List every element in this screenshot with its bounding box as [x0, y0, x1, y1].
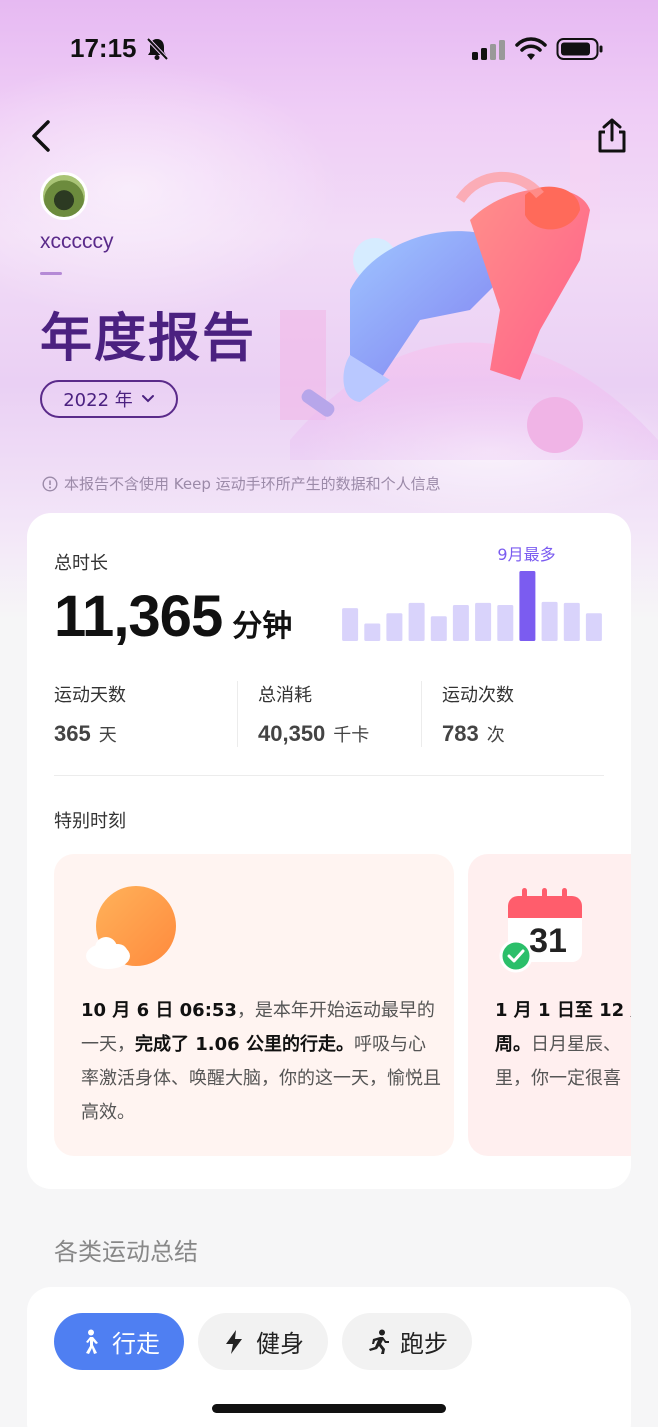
chart-bar-month-3	[386, 613, 403, 641]
title-accent-line	[40, 272, 62, 275]
stat-days-value: 365	[54, 721, 91, 746]
tab-walking[interactable]: 行走	[54, 1313, 184, 1370]
stat-days: 运动天数 365 天	[54, 681, 126, 751]
bell-muted-icon	[146, 37, 169, 61]
tab-running-label: 跑步	[400, 1330, 448, 1358]
moment-card-streak[interactable]: 31 1 月 1 日至 12 月 周。日月星辰、 里，你一定很喜	[468, 854, 631, 1156]
lightning-icon	[226, 1329, 242, 1354]
stat-sessions-label: 运动次数	[442, 685, 514, 706]
chart-bar-month-5	[430, 616, 447, 641]
stat-sessions-value: 783	[442, 721, 479, 746]
moment-desc-b: 里，你一定很喜	[495, 1068, 621, 1089]
sunrise-icon	[86, 886, 176, 969]
avatar[interactable]	[40, 172, 88, 220]
stat-days-label: 运动天数	[54, 685, 126, 706]
summary-card: 总时长 11,365 分钟 9月最多 运动天数 365 天 总消耗 40,350…	[27, 513, 631, 1189]
divider	[421, 681, 422, 747]
share-button[interactable]	[592, 116, 632, 156]
monthly-bar-chart	[342, 571, 602, 641]
tab-walking-label: 行走	[112, 1330, 160, 1358]
chevron-down-icon	[141, 395, 154, 403]
moment-date: 1 月 1 日至 12 月	[495, 1000, 631, 1021]
athletes-illustration	[280, 140, 658, 460]
monthly-chart: 9月最多	[339, 543, 609, 643]
tab-fitness[interactable]: 健身	[198, 1313, 328, 1370]
walk-icon	[86, 1329, 98, 1354]
cellular-signal-icon	[472, 40, 505, 60]
moment-card-earliest[interactable]: 10 月 6 日 06:53，是本年开始运动最早的一天，完成了 1.06 公里的…	[54, 854, 454, 1156]
stat-calories-unit: 千卡	[333, 725, 370, 746]
chart-bar-month-8	[497, 605, 514, 641]
stat-calories-value: 40,350	[258, 721, 326, 746]
moment-text: 10 月 6 日 06:53，是本年开始运动最早的一天，完成了 1.06 公里的…	[81, 994, 441, 1130]
stat-sessions-unit: 次	[486, 725, 505, 746]
status-bar: 17:15	[0, 0, 658, 100]
page-title: 年度报告	[40, 309, 257, 369]
calendar-icon: 31	[499, 888, 582, 973]
divider	[237, 681, 238, 747]
stat-days-unit: 天	[98, 725, 117, 746]
chart-bar-month-6	[452, 605, 469, 641]
total-duration-unit: 分钟	[232, 609, 293, 644]
total-duration: 11,365 分钟	[54, 583, 292, 650]
stat-calories: 总消耗 40,350 千卡	[258, 681, 369, 751]
chart-bar-month-10	[541, 601, 558, 641]
username: xcccccy	[40, 230, 114, 253]
chart-annotation: 9月最多	[497, 545, 556, 564]
moment-date: 10 月 6 日 06:53	[81, 1000, 237, 1021]
chart-bar-month-11	[563, 602, 580, 641]
divider	[54, 775, 604, 776]
moment-highlight: 周。	[495, 1034, 531, 1055]
chart-bar-month-9	[519, 571, 536, 641]
chart-bar-month-7	[475, 602, 492, 641]
stats-row: 运动天数 365 天 总消耗 40,350 千卡 运动次数 783 次	[54, 681, 604, 751]
chart-bar-month-1	[342, 608, 359, 641]
chart-bar-month-2	[364, 623, 381, 641]
chart-bar-month-12	[585, 613, 602, 641]
back-button[interactable]	[22, 116, 62, 156]
special-moments-label: 特别时刻	[54, 811, 126, 832]
section-title: 各类运动总结	[54, 1238, 198, 1266]
moment-desc-a: 日月星辰、	[531, 1034, 621, 1055]
home-indicator[interactable]	[212, 1404, 446, 1413]
tab-running[interactable]: 跑步	[342, 1313, 472, 1370]
moment-text: 1 月 1 日至 12 月 周。日月星辰、 里，你一定很喜	[495, 994, 631, 1096]
stat-calories-label: 总消耗	[258, 685, 312, 706]
battery-icon	[556, 38, 603, 60]
clock: 17:15	[70, 33, 137, 63]
disclaimer-text: 本报告不含使用 Keep 运动手环所产生的数据和个人信息	[64, 475, 441, 493]
info-icon	[42, 475, 58, 492]
year-dropdown-value: 2022 年	[63, 390, 133, 411]
total-duration-value: 11,365	[54, 584, 223, 649]
wifi-icon	[515, 37, 547, 60]
year-dropdown[interactable]: 2022 年	[40, 380, 178, 418]
calendar-day: 31	[529, 922, 567, 960]
tab-fitness-label: 健身	[256, 1330, 304, 1358]
moment-highlight: 完成了 1.06 公里的行走。	[135, 1034, 354, 1055]
disclaimer: 本报告不含使用 Keep 运动手环所产生的数据和个人信息	[42, 473, 441, 494]
chart-bar-month-4	[408, 602, 425, 641]
run-icon	[369, 1329, 389, 1354]
total-duration-label: 总时长	[54, 553, 108, 574]
stat-sessions: 运动次数 783 次	[442, 681, 514, 751]
